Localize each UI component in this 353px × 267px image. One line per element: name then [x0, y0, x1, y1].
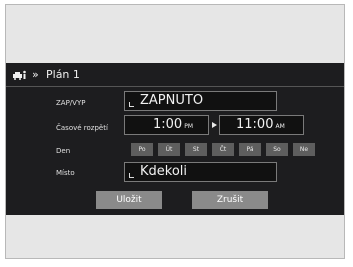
end-time-field[interactable]: 11:00 AM [219, 115, 304, 135]
save-button[interactable]: Uložit [96, 191, 162, 209]
day-button-pa[interactable]: Pá [239, 143, 261, 156]
start-time-value: 1:00 [153, 117, 183, 132]
place-label: Místo [56, 169, 75, 177]
status-label: ZAP/VYP [56, 99, 86, 107]
double-chevron-right-icon: » [32, 68, 39, 81]
day-button-ut[interactable]: Út [158, 143, 180, 156]
day-label: Den [56, 147, 71, 155]
selector-mark-icon [129, 173, 134, 178]
end-ampm: AM [275, 123, 285, 130]
page-title: Plán 1 [46, 68, 80, 81]
car-person-icon [13, 70, 26, 80]
status-field[interactable]: ZAPNUTO [124, 91, 277, 111]
schedule-screen: » Plán 1 ZAP/VYP ZAPNUTO Časové rozpětí … [6, 63, 344, 215]
screenshot-frame: » Plán 1 ZAP/VYP ZAPNUTO Časové rozpětí … [5, 4, 345, 259]
triangle-right-icon [212, 122, 217, 128]
status-value: ZAPNUTO [140, 93, 204, 108]
day-button-so[interactable]: So [266, 143, 288, 156]
place-value: Kdekoli [140, 164, 188, 179]
place-field[interactable]: Kdekoli [124, 162, 277, 182]
selector-mark-icon [129, 102, 134, 107]
end-time-value: 11:00 [236, 117, 274, 132]
day-button-ct[interactable]: Čt [212, 143, 234, 156]
start-ampm: PM [184, 123, 193, 130]
title-divider [6, 86, 344, 87]
time-range-label: Časové rozpětí [56, 124, 108, 132]
cancel-button[interactable]: Zrušit [192, 191, 268, 209]
title-bar: » Plán 1 [6, 66, 344, 84]
day-button-ne[interactable]: Ne [293, 143, 315, 156]
day-button-st[interactable]: St [185, 143, 207, 156]
start-time-field[interactable]: 1:00 PM [124, 115, 209, 135]
day-button-po[interactable]: Po [131, 143, 153, 156]
